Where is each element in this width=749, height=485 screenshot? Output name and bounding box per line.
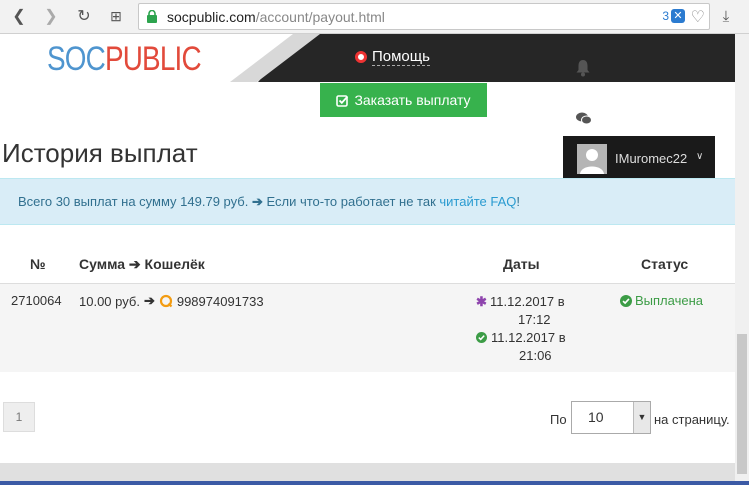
address-bar[interactable]: socpublic.com/account/payout.html 3 ✕ ♡ [138,3,710,30]
logo-soc: SOC [47,40,106,78]
col-header-status: Статус [641,256,689,272]
apps-grid-icon[interactable]: ⊞ [104,4,128,28]
cell-status: Выплачена [620,293,703,308]
forward-icon[interactable]: ❯ [39,4,63,28]
faq-link[interactable]: читайте FAQ [439,194,516,209]
avatar [577,144,607,174]
date-paid-line2: 21:06 [519,348,552,363]
per-page-value: 10 [588,409,604,425]
lifebuoy-icon [355,51,367,63]
cell-dates: ✱ 11.12.2017 в 17:12 11.12.2017 в 21:06 [476,293,566,365]
arrow-right-icon: ➔ [143,293,155,308]
reload-icon[interactable]: ↻ [72,4,96,28]
help-label: Помощь [372,48,430,66]
date-created: ✱ 11.12.2017 в 17:12 [476,293,566,329]
col-header-wallet: Кошелёк [144,256,205,272]
status-badge: Выплачена [635,293,703,308]
heart-icon[interactable]: ♡ [691,7,705,27]
cell-amount: 10.00 руб. [79,293,140,309]
url-text: socpublic.com/account/payout.html [167,9,385,25]
col-header-amount: Сумма [79,256,126,272]
date-created-line2: 17:12 [518,312,551,327]
lock-icon [147,10,157,23]
browser-toolbar: ❮ ❯ ↻ ⊞ socpublic.com/account/payout.htm… [0,0,749,34]
date-paid-text: 11.12.2017 в 21:06 [491,329,566,365]
arrow-right-icon: ➔ [128,256,141,272]
qiwi-wallet-icon [159,294,173,308]
date-paid-line1: 11.12.2017 в [491,330,566,345]
col-header-num: № [30,256,46,272]
cell-wallet: 998974091733 [176,293,264,309]
main-content: Заказать выплату История выплат IMuromec… [0,82,735,462]
per-page-label: По [550,412,567,427]
col-header-amount-wallet: Сумма ➔ Кошелёк [79,256,205,273]
scroll-thumb[interactable] [737,334,747,474]
site-header: SOCPUBLIC Помощь [0,34,735,82]
extension-icon[interactable]: ✕ [671,9,685,23]
date-paid: 11.12.2017 в 21:06 [476,329,566,365]
order-payout-button[interactable]: Заказать выплату [320,83,487,117]
date-created-text: 11.12.2017 в 17:12 [490,293,565,329]
summary-end: ! [516,194,521,209]
payout-summary-alert: Всего 30 выплат на сумму 149.79 руб. ➔ Е… [0,178,735,225]
download-icon[interactable]: ⤓ [714,4,738,28]
extension-badge: 3 [662,9,669,23]
back-icon[interactable]: ❮ [7,4,31,28]
per-page-select[interactable]: 10 ▼ [571,401,651,434]
site-logo[interactable]: SOCPUBLIC [47,40,202,79]
user-silhouette-icon [577,144,607,174]
arrow-right-icon: ➔ [251,194,263,209]
summary-problem-text: Если что-то работает не так [266,194,436,209]
order-payout-label: Заказать выплату [354,92,471,108]
cell-payout-id: 2710064 [11,293,62,308]
url-domain: socpublic.com [167,9,256,25]
per-page-suffix: на страницу. [654,412,730,427]
chevron-down-icon: ∨ [696,151,704,162]
chat-icon[interactable] [576,112,592,126]
asterisk-icon: ✱ [476,294,487,309]
logo-public: PUBLIC [104,40,202,78]
date-created-line1: 11.12.2017 в [490,294,565,309]
check-circle-icon [620,294,632,307]
bell-icon[interactable] [575,59,591,77]
scrollbar[interactable] [735,34,749,485]
edit-check-icon [336,94,349,107]
check-circle-icon [476,332,487,343]
summary-text: Всего 30 выплат на сумму 149.79 руб. [18,194,249,209]
col-header-dates: Даты [503,256,540,272]
page-title: История выплат [2,138,198,168]
url-path: /account/payout.html [255,9,385,25]
username: IMuromec22 [615,151,688,166]
cell-amount-wallet: 10.00 руб. ➔ 998974091733 [79,293,264,309]
help-link[interactable]: Помощь [355,48,430,66]
dropdown-arrow-icon: ▼ [633,402,650,433]
taskbar-edge [0,481,749,485]
page-button-1[interactable]: 1 [3,402,35,432]
user-menu[interactable]: IMuromec22 ∨ [563,136,715,182]
